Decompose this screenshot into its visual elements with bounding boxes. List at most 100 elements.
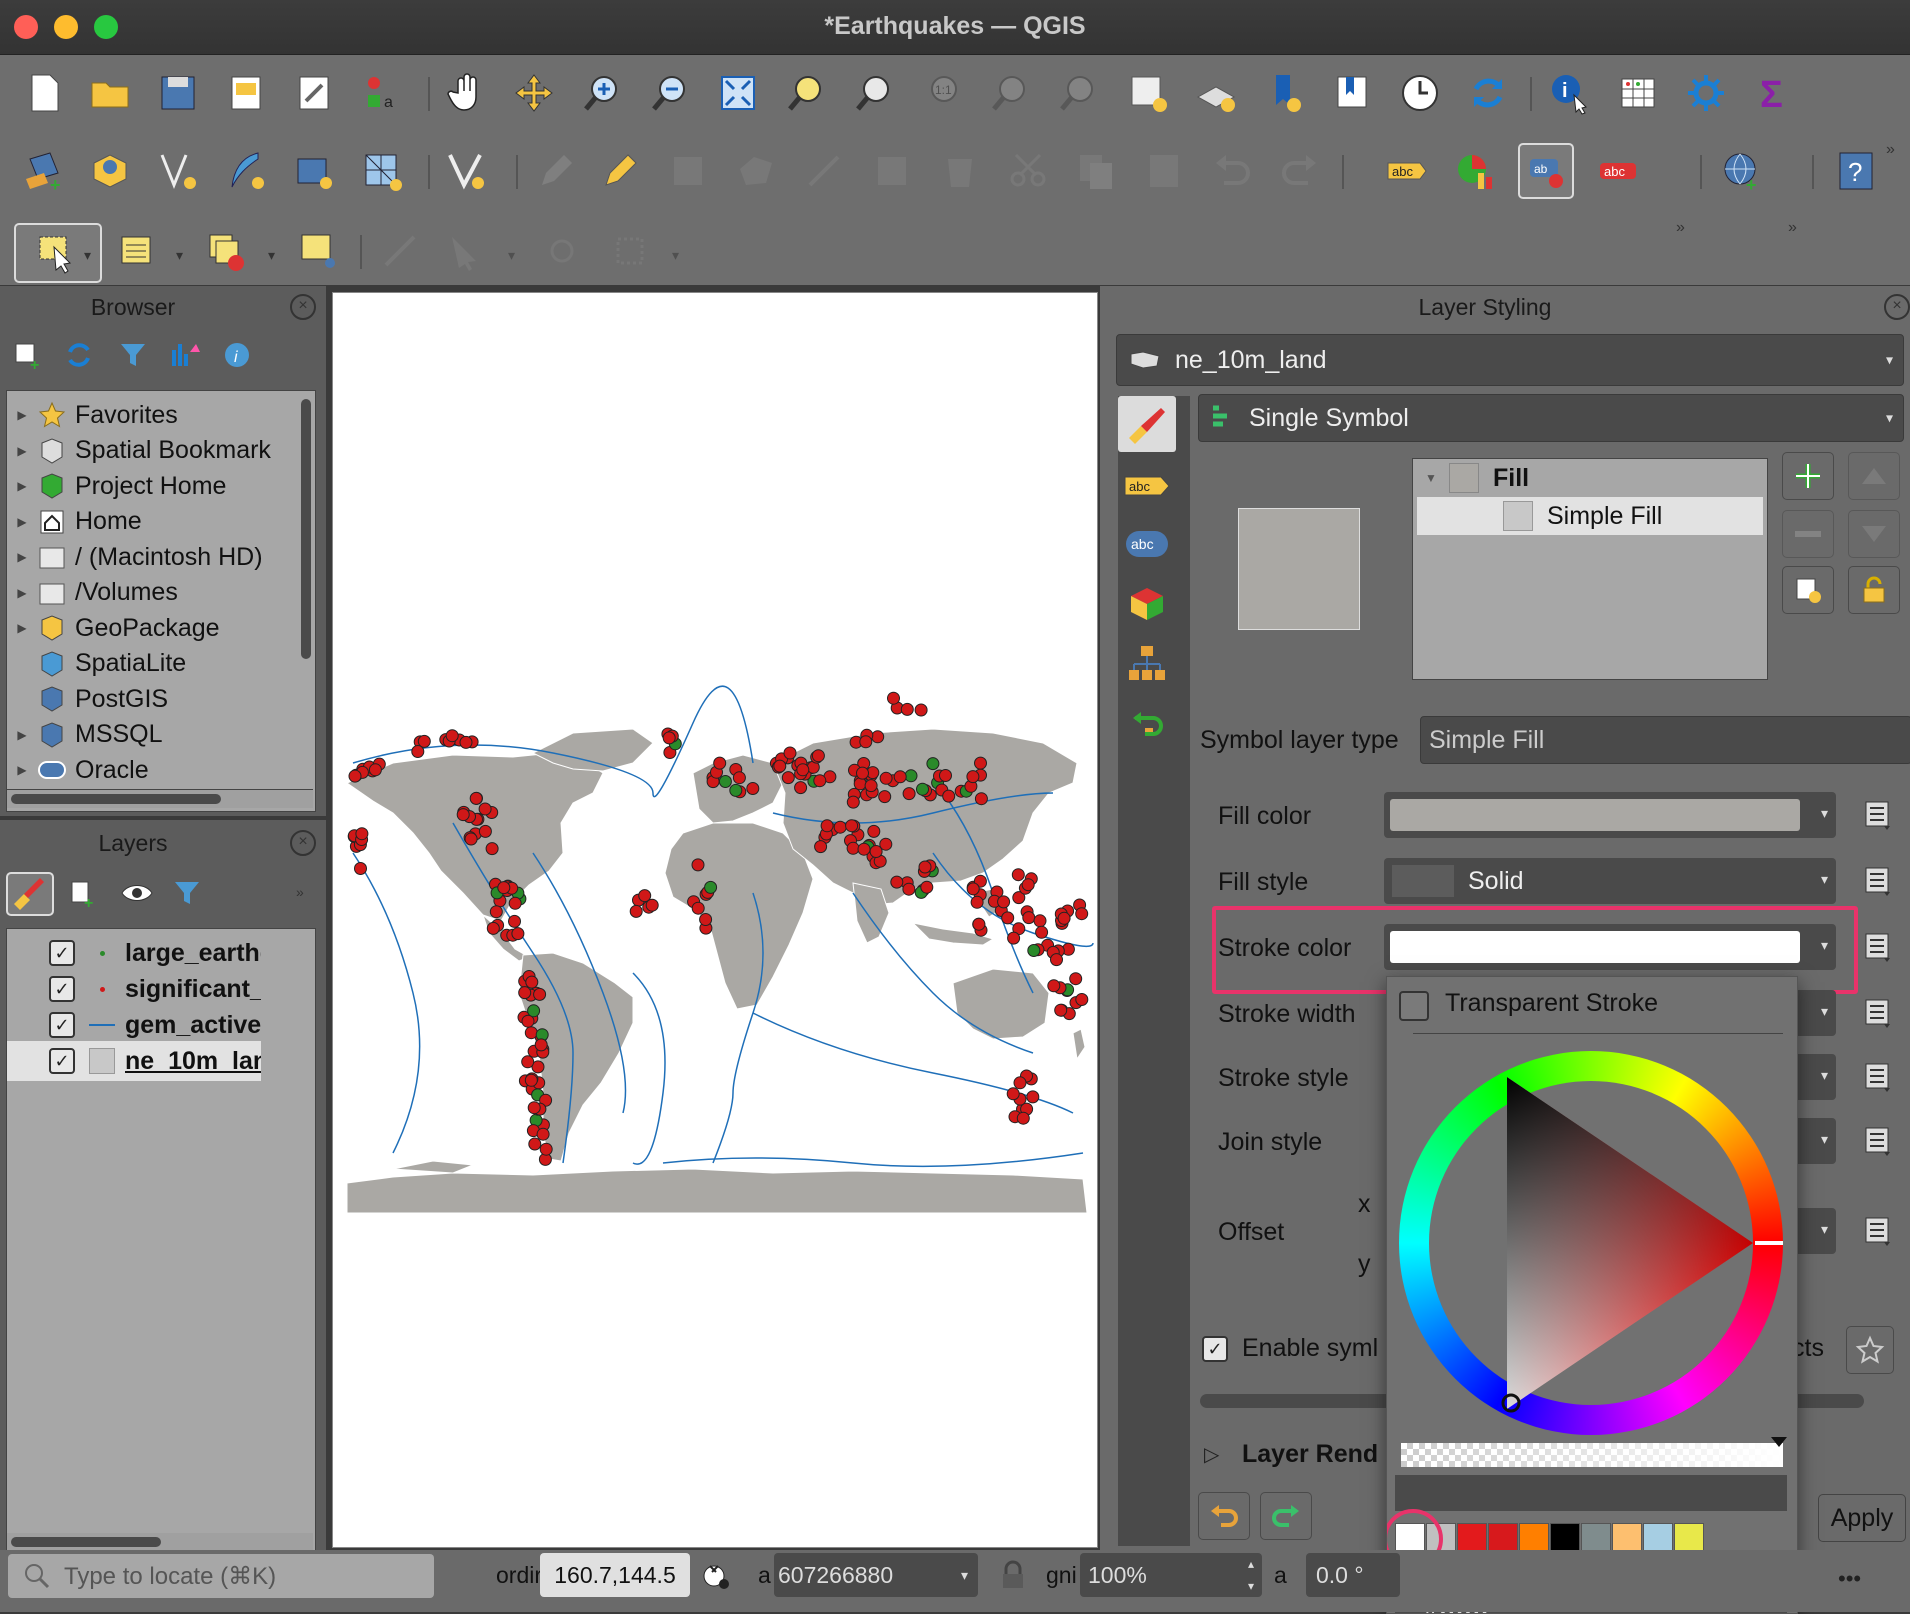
- chevron-right-icon[interactable]: ▶: [7, 586, 37, 600]
- move-down-button[interactable]: [1848, 510, 1900, 558]
- new-map-view-button[interactable]: [1122, 67, 1174, 119]
- browser-item[interactable]: ▶ Spatial Bookmark: [7, 433, 271, 469]
- color-swatch[interactable]: [1519, 1523, 1549, 1553]
- chevron-right-icon[interactable]: ▶: [7, 763, 37, 777]
- close-icon[interactable]: ×: [290, 830, 316, 856]
- data-defined-override-button[interactable]: [1856, 1209, 1896, 1253]
- chevron-right-icon[interactable]: ▶: [7, 444, 37, 458]
- labels-tab[interactable]: abc: [1118, 458, 1176, 514]
- copy-features-button[interactable]: [1070, 145, 1122, 197]
- snapping-button[interactable]: [604, 225, 656, 277]
- refresh-icon[interactable]: [64, 340, 94, 375]
- close-icon[interactable]: ×: [290, 294, 316, 320]
- eye-icon[interactable]: [120, 878, 154, 913]
- zoom-native-button[interactable]: 1:1: [916, 67, 968, 119]
- toolbox-button[interactable]: [1680, 67, 1732, 119]
- lock-color-button[interactable]: [1848, 566, 1900, 614]
- close-icon[interactable]: ×: [1884, 294, 1910, 320]
- layer-visibility-checkbox[interactable]: ✓: [49, 1012, 75, 1038]
- add-group-icon[interactable]: +: [68, 878, 98, 913]
- browser-item[interactable]: ▶ Oracle: [7, 752, 148, 788]
- opacity-slider[interactable]: [1401, 1437, 1787, 1467]
- expand-triangle-icon[interactable]: ▷: [1204, 1442, 1219, 1467]
- statistical-summary-button[interactable]: Σ: [1748, 67, 1800, 119]
- symbol-layer-type-combo[interactable]: Simple Fill: [1420, 716, 1910, 764]
- fill-style-combo[interactable]: Solid ▾: [1384, 858, 1836, 904]
- chevron-right-icon[interactable]: ▶: [7, 621, 37, 635]
- lock-scale-icon[interactable]: [998, 1560, 1028, 1597]
- toolbar-overflow-icon[interactable]: »: [1886, 141, 1895, 159]
- layer-visibility-checkbox[interactable]: ✓: [49, 976, 75, 1002]
- temporal-controller-button[interactable]: [1394, 67, 1446, 119]
- chevron-down-icon[interactable]: ▾: [508, 247, 515, 264]
- saturation-value-triangle[interactable]: [1399, 1051, 1783, 1435]
- map-canvas[interactable]: [332, 292, 1098, 1548]
- chevron-down-icon[interactable]: ▾: [672, 247, 679, 264]
- chevron-right-icon[interactable]: ▶: [7, 479, 37, 493]
- open-project-button[interactable]: [84, 67, 136, 119]
- toolbar-overflow-icon[interactable]: »: [1676, 219, 1685, 237]
- help-button[interactable]: ?: [1830, 145, 1882, 197]
- transparent-stroke-checkbox[interactable]: [1399, 991, 1429, 1021]
- color-swatch[interactable]: [1581, 1523, 1611, 1553]
- history-tab[interactable]: [1118, 696, 1176, 752]
- identify-features-button[interactable]: i: [1544, 67, 1596, 119]
- digitize-shape-button[interactable]: [798, 145, 850, 197]
- color-swatch[interactable]: [1457, 1523, 1487, 1553]
- undo-button[interactable]: [1206, 145, 1258, 197]
- vertex-tool-button[interactable]: [440, 145, 492, 197]
- chevron-down-icon[interactable]: ▾: [176, 247, 183, 264]
- color-swatch[interactable]: [1643, 1523, 1673, 1553]
- browser-item[interactable]: ▶ Home: [7, 504, 141, 540]
- symbology-tab[interactable]: [1118, 396, 1176, 452]
- deselect-features-button[interactable]: [200, 225, 252, 277]
- enable-symbol-layer-checkbox[interactable]: ✓: [1202, 1336, 1228, 1362]
- chevron-right-icon[interactable]: ▶: [7, 408, 37, 422]
- open-attribute-table-button[interactable]: [1612, 67, 1664, 119]
- style-manager-button[interactable]: a: [356, 67, 408, 119]
- coordinate-field[interactable]: 160.7,144.5: [540, 1553, 690, 1597]
- zoom-out-button[interactable]: [644, 67, 696, 119]
- chevron-down-icon[interactable]: ▼: [1413, 471, 1449, 485]
- new-temporary-layer-button[interactable]: [220, 145, 272, 197]
- new-3d-map-view-button[interactable]: [1190, 67, 1242, 119]
- filter-icon[interactable]: [118, 340, 148, 375]
- browser-item[interactable]: ▶ Project Home: [7, 468, 226, 504]
- metasearch-button[interactable]: +: [1714, 145, 1766, 197]
- toggle-editing-button[interactable]: [594, 145, 646, 197]
- advanced-digitizing-button[interactable]: [536, 225, 588, 277]
- select-by-value-button[interactable]: [110, 225, 162, 277]
- layer-select-combo[interactable]: ne_10m_land ▾: [1116, 334, 1904, 386]
- layer-diagram-button[interactable]: [1448, 145, 1500, 197]
- select-location-button[interactable]: [292, 225, 344, 277]
- draw-effects-button[interactable]: [1846, 1326, 1894, 1374]
- add-selected-layers-icon[interactable]: +: [14, 340, 44, 375]
- color-swatch[interactable]: [1488, 1523, 1518, 1553]
- filter-legend-icon[interactable]: [172, 878, 202, 913]
- layout-manager-button[interactable]: [288, 67, 340, 119]
- layer-row[interactable]: ✓ large_earthqu: [7, 933, 261, 973]
- stroke-color-button[interactable]: ▾: [1384, 924, 1836, 970]
- zoom-next-button[interactable]: [1052, 67, 1104, 119]
- open-layer-styling-button[interactable]: [6, 872, 54, 916]
- data-source-manager-button[interactable]: +: [18, 145, 70, 197]
- paste-features-button[interactable]: [1138, 145, 1190, 197]
- delete-selected-button[interactable]: [934, 145, 986, 197]
- save-project-button[interactable]: [152, 67, 204, 119]
- data-defined-override-button[interactable]: [1856, 925, 1896, 969]
- chevron-right-icon[interactable]: ▶: [7, 550, 37, 564]
- info-icon[interactable]: i: [222, 340, 252, 375]
- pan-to-selection-button[interactable]: [508, 67, 560, 119]
- measure-line-button[interactable]: [374, 225, 426, 277]
- fill-color-button[interactable]: ▾: [1384, 792, 1836, 838]
- zoom-in-button[interactable]: [576, 67, 628, 119]
- diagrams-tab[interactable]: [1118, 636, 1176, 692]
- zoom-to-layer-button[interactable]: [848, 67, 900, 119]
- layer-row[interactable]: ✓ significant_ea: [7, 969, 261, 1009]
- new-virtual-layer-button[interactable]: [288, 145, 340, 197]
- zoom-to-selection-button[interactable]: [780, 67, 832, 119]
- zoom-last-button[interactable]: [984, 67, 1036, 119]
- layer-visibility-checkbox[interactable]: ✓: [49, 940, 75, 966]
- new-project-button[interactable]: [18, 67, 70, 119]
- new-print-layout-button[interactable]: [220, 67, 272, 119]
